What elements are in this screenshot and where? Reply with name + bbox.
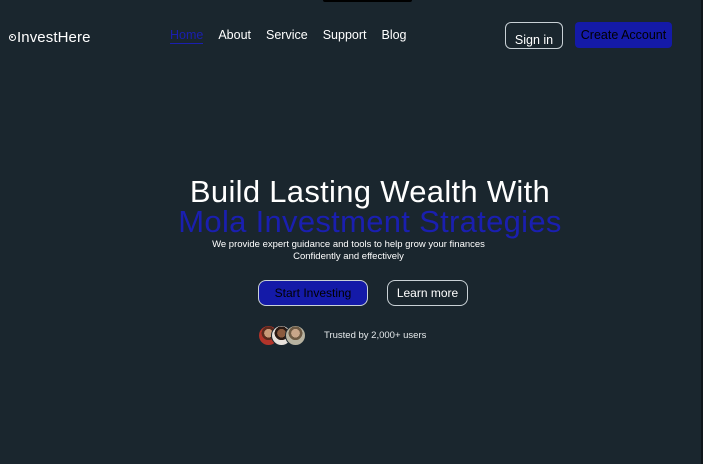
trusted-by-text: Trusted by 2,000+ users (324, 330, 427, 341)
sign-in-button[interactable]: Sign in (505, 22, 563, 49)
brand-name: InvestHere (17, 29, 91, 46)
user-avatar (285, 325, 306, 346)
nav-item-service[interactable]: Service (266, 28, 308, 44)
user-avatars (258, 325, 308, 347)
hero-subtitle-line: Confidently and effectively (293, 251, 404, 262)
start-investing-button[interactable]: Start Investing (258, 280, 368, 306)
hero-subtitle: We provide expert guidance and tools to … (0, 239, 697, 263)
nav-item-about[interactable]: About (218, 28, 251, 44)
nav-item-support[interactable]: Support (323, 28, 367, 44)
create-account-button[interactable]: Create Account (575, 22, 672, 48)
top-notch (323, 0, 412, 2)
circle-logo-icon (9, 34, 16, 41)
nav-item-blog[interactable]: Blog (381, 28, 406, 44)
hero-subtitle-line: We provide expert guidance and tools to … (212, 239, 485, 250)
brand-logo[interactable]: InvestHere (9, 29, 91, 46)
nav-item-home[interactable]: Home (170, 28, 204, 44)
learn-more-button[interactable]: Learn more (387, 280, 468, 306)
hero-title-highlight: Mola Investment Strategies (178, 204, 562, 239)
main-nav: Home About Service Support Blog (170, 28, 407, 44)
